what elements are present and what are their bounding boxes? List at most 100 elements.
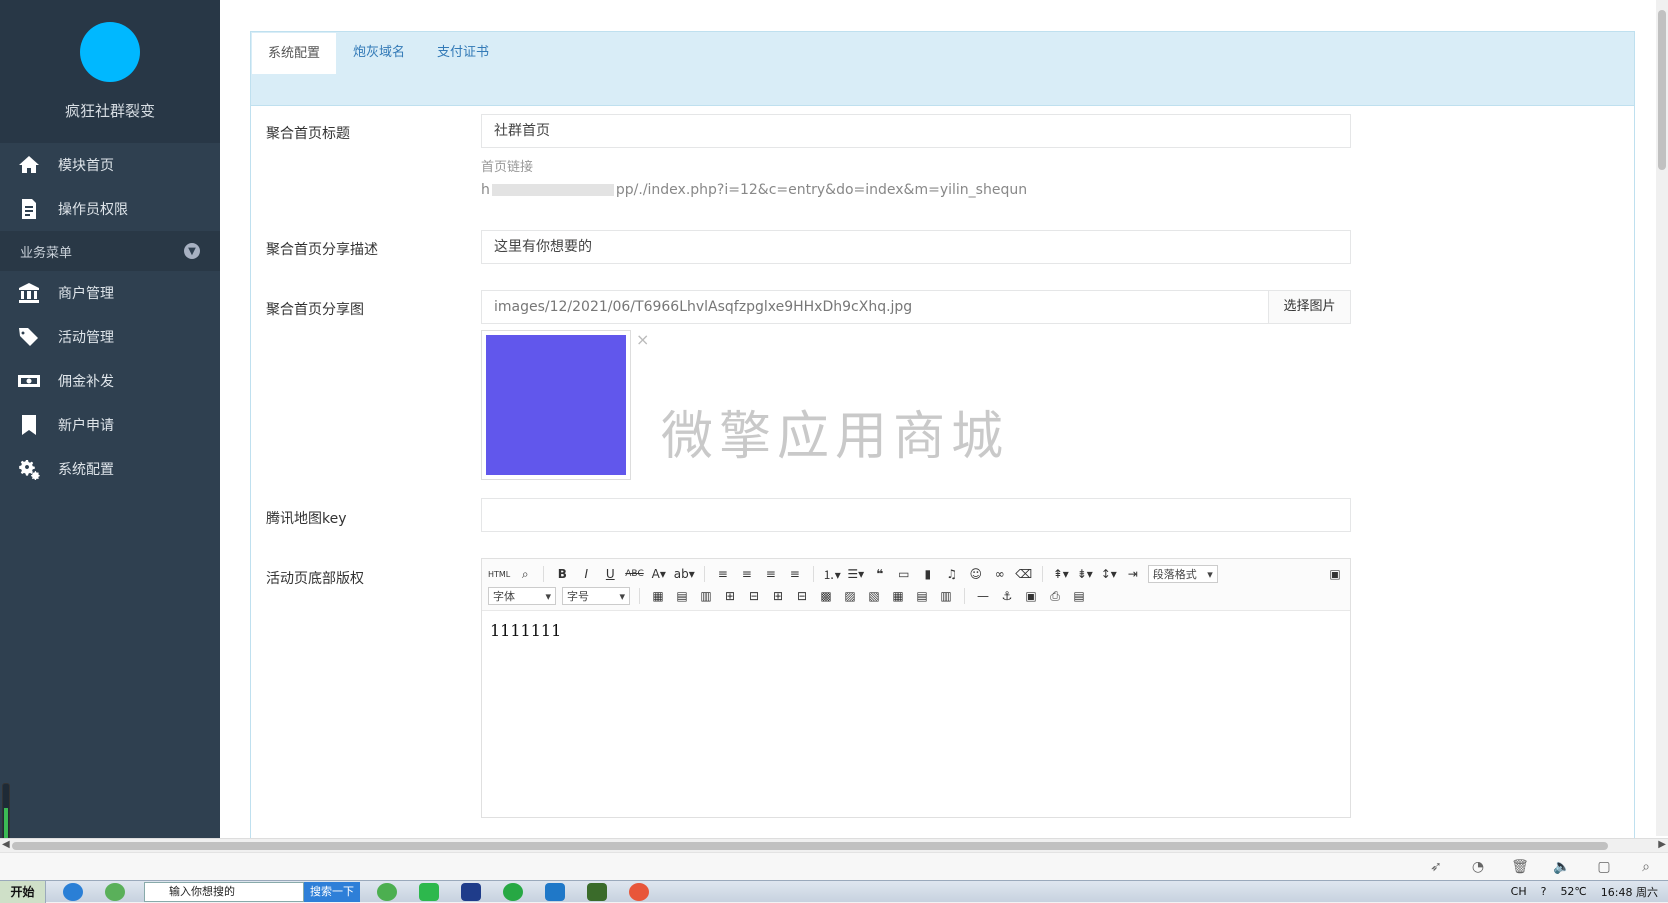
taskbar-search-button[interactable]: 搜索一下 bbox=[304, 881, 360, 902]
trash-icon[interactable]: 🗑 bbox=[1511, 859, 1529, 875]
sidebar-section-business-menu[interactable]: 业务菜单 ▼ bbox=[0, 231, 220, 271]
anchor-icon[interactable]: ⚓ bbox=[998, 587, 1016, 605]
align-center-icon[interactable]: ≡ bbox=[738, 565, 756, 583]
font-family-select[interactable]: 字体 ▾ bbox=[488, 587, 556, 605]
eraser-icon[interactable]: ⌫ bbox=[1015, 565, 1033, 583]
scroll-right-icon[interactable]: ▶ bbox=[1658, 839, 1666, 850]
app-plus-icon[interactable] bbox=[498, 881, 528, 903]
dreamweaver-icon[interactable] bbox=[582, 881, 612, 903]
split-rows-icon[interactable]: ▤ bbox=[913, 587, 931, 605]
scrollbar-thumb[interactable] bbox=[12, 842, 1608, 850]
select-image-button[interactable]: 选择图片 bbox=[1268, 291, 1350, 323]
chrome-icon[interactable] bbox=[372, 881, 402, 903]
delete-col-icon[interactable]: ⊟ bbox=[793, 587, 811, 605]
font-size-select[interactable]: 字号 ▾ bbox=[562, 587, 630, 605]
highlight-icon[interactable]: ab▾ bbox=[674, 565, 695, 583]
rocket-icon[interactable]: ➶ bbox=[1428, 859, 1444, 875]
page-icon[interactable]: ▮ bbox=[919, 565, 937, 583]
app-green-icon[interactable] bbox=[414, 881, 444, 903]
insert-row-icon[interactable]: ⊞ bbox=[721, 587, 739, 605]
clock[interactable]: 16:48 周六 bbox=[1601, 884, 1658, 900]
underline-icon[interactable]: U bbox=[601, 565, 619, 583]
sidebar-item-module-home[interactable]: 模块首页 bbox=[0, 143, 220, 187]
window-icon[interactable]: ▢ bbox=[1596, 859, 1612, 875]
merge-down-icon[interactable]: ▧ bbox=[865, 587, 883, 605]
ie-icon[interactable] bbox=[58, 881, 88, 903]
para-spacing-icon[interactable]: ⇟▾ bbox=[1076, 565, 1094, 583]
html-source-icon[interactable]: HTML bbox=[488, 565, 510, 583]
home-title-input[interactable]: 社群首页 bbox=[481, 114, 1351, 148]
fullscreen-icon[interactable]: ▣ bbox=[1326, 565, 1344, 583]
italic-icon[interactable]: I bbox=[577, 565, 595, 583]
line-height-icon[interactable]: ↕▾ bbox=[1100, 565, 1118, 583]
firefox-icon[interactable] bbox=[624, 881, 654, 903]
document-icon bbox=[16, 197, 42, 221]
sidebar-item-new-user-application[interactable]: 新户申请 bbox=[0, 403, 220, 447]
sidebar-item-label: 系统配置 bbox=[58, 462, 114, 478]
code-icon[interactable]: ▭ bbox=[895, 565, 913, 583]
map-key-input[interactable] bbox=[481, 498, 1351, 532]
row-spacing-icon[interactable]: ⇞▾ bbox=[1052, 565, 1070, 583]
sidebar: 疯狂社群裂变 模块首页 操作员权限 业务菜单 ▼ 商户管理 活动管理 佣金补发 bbox=[0, 0, 220, 841]
scrollbar-thumb[interactable] bbox=[1658, 10, 1666, 170]
help-icon[interactable]: ? bbox=[1541, 885, 1547, 898]
language-indicator[interactable]: CH bbox=[1511, 885, 1527, 898]
scroll-left-icon[interactable]: ◀ bbox=[2, 839, 10, 850]
sidebar-item-system-config[interactable]: 系统配置 bbox=[0, 447, 220, 491]
share-desc-input[interactable]: 这里有你想要的 bbox=[481, 230, 1351, 264]
link-icon[interactable]: ∞ bbox=[991, 565, 1009, 583]
font-color-icon[interactable]: A▾ bbox=[650, 565, 668, 583]
delete-row-icon[interactable]: ⊟ bbox=[745, 587, 763, 605]
paste-icon[interactable]: ▤ bbox=[1070, 587, 1088, 605]
quote-icon[interactable]: ❝ bbox=[871, 565, 889, 583]
strikethrough-icon[interactable]: ABC bbox=[625, 565, 643, 583]
remove-image-icon[interactable]: × bbox=[636, 330, 649, 349]
sidebar-item-activity-management[interactable]: 活动管理 bbox=[0, 315, 220, 359]
horizontal-rule-icon[interactable]: — bbox=[974, 587, 992, 605]
delete-table-icon[interactable]: ▤ bbox=[673, 587, 691, 605]
home-link[interactable]: h pp/./index.php?i=12&c=entry&do=index&m=… bbox=[481, 182, 1027, 198]
emotion-icon[interactable]: ☺ bbox=[967, 565, 985, 583]
horizontal-scrollbar[interactable]: ◀ ▶ bbox=[0, 838, 1668, 852]
print-icon[interactable]: ⎙ bbox=[1046, 587, 1064, 605]
speed-icon[interactable]: ◔ bbox=[1470, 859, 1486, 875]
unordered-list-icon[interactable]: ☰▾ bbox=[847, 565, 865, 583]
vertical-scrollbar[interactable] bbox=[1656, 0, 1668, 836]
paragraph-format-select[interactable]: 段落格式 ▾ bbox=[1147, 565, 1218, 583]
zoom-icon[interactable]: ⌕ bbox=[516, 565, 534, 583]
merge-right-icon[interactable]: ▨ bbox=[841, 587, 859, 605]
insert-table-icon[interactable]: ▦ bbox=[649, 587, 667, 605]
volume-icon[interactable]: 🔈 bbox=[1553, 859, 1570, 875]
merge-cells-icon[interactable]: ▩ bbox=[817, 587, 835, 605]
split-cols-icon[interactable]: ▥ bbox=[937, 587, 955, 605]
tab-system-config[interactable]: 系统配置 bbox=[251, 32, 338, 74]
tab-payment-certificate[interactable]: 支付证书 bbox=[421, 32, 505, 74]
tab-cannon-domains[interactable]: 炮灰域名 bbox=[337, 32, 421, 74]
bold-icon[interactable]: B bbox=[553, 565, 571, 583]
search-icon[interactable]: ⌕ bbox=[1638, 859, 1654, 875]
tags-icon bbox=[16, 325, 42, 349]
justify-icon[interactable]: ≡ bbox=[786, 565, 804, 583]
music-icon[interactable]: ♫ bbox=[943, 565, 961, 583]
chevron-down-icon: ▾ bbox=[1207, 567, 1213, 581]
photoshop-icon[interactable] bbox=[456, 881, 486, 903]
insert-paragraph-before-table-icon[interactable]: ▥ bbox=[697, 587, 715, 605]
money-icon bbox=[16, 369, 42, 393]
editor-content[interactable]: 1111111 bbox=[482, 611, 1350, 650]
insert-col-icon[interactable]: ⊞ bbox=[769, 587, 787, 605]
vscode-icon[interactable] bbox=[540, 881, 570, 903]
sidebar-item-commission-reissue[interactable]: 佣金补发 bbox=[0, 359, 220, 403]
share-image-path-input[interactable]: images/12/2021/06/T6966LhvlAsqfzpglxe9HH… bbox=[482, 291, 1268, 323]
ordered-list-icon[interactable]: ⒈▾ bbox=[823, 565, 841, 583]
split-cells-icon[interactable]: ▦ bbox=[889, 587, 907, 605]
indent-icon[interactable]: ⇥ bbox=[1124, 565, 1142, 583]
align-right-icon[interactable]: ≡ bbox=[762, 565, 780, 583]
sidebar-item-label: 模块首页 bbox=[58, 158, 114, 174]
align-left-icon[interactable]: ≡ bbox=[714, 565, 732, 583]
sidebar-item-merchant-management[interactable]: 商户管理 bbox=[0, 271, 220, 315]
taskbar-search-input[interactable]: 输入你想搜的 bbox=[144, 881, 304, 902]
browser-icon[interactable] bbox=[100, 881, 130, 903]
sidebar-item-operator-permissions[interactable]: 操作员权限 bbox=[0, 187, 220, 231]
image-icon[interactable]: ▣ bbox=[1022, 587, 1040, 605]
start-button[interactable]: 开始 bbox=[0, 880, 46, 903]
